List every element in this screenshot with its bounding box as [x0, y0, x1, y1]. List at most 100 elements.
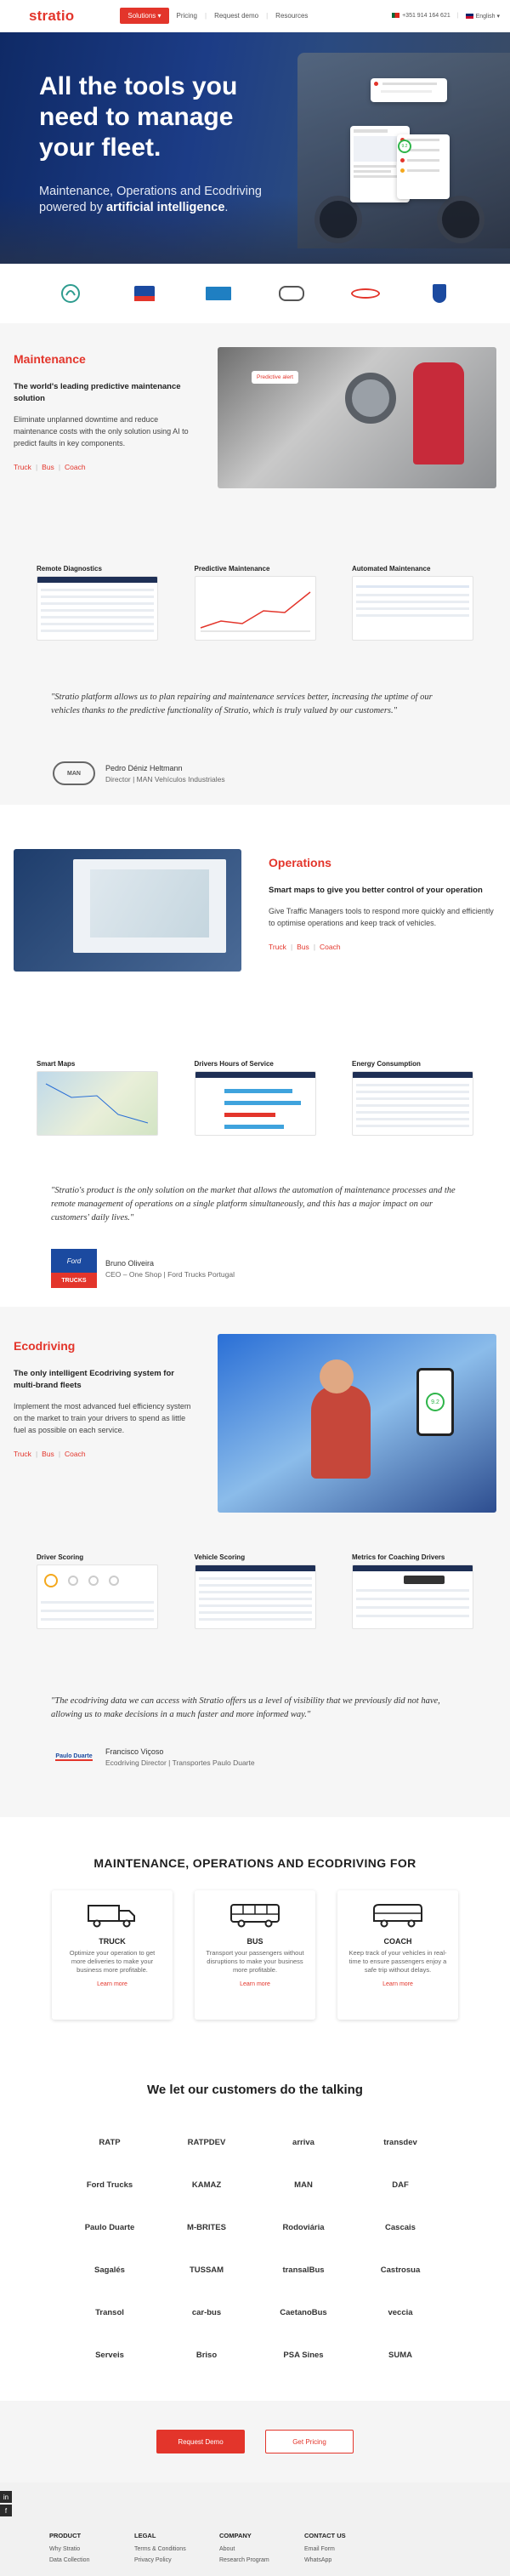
- maintenance-testimonial: MAN Pedro Déniz Heltmann Director | MAN …: [0, 761, 276, 786]
- status-dot-icon: [400, 168, 405, 174]
- footer-heading: CONTACT US: [304, 2532, 346, 2539]
- mechanic-photo: Predictive alert: [218, 347, 496, 488]
- customer-logo: Transol: [95, 2307, 124, 2317]
- facebook-icon[interactable]: f: [0, 2505, 12, 2516]
- bus-link[interactable]: Bus: [42, 1450, 54, 1458]
- segment-card-truck[interactable]: TRUCK Optimize your operation to get mor…: [52, 1890, 173, 2020]
- phone-link[interactable]: +351 914 164 621: [392, 13, 450, 19]
- person-role: Ecodriving Director | Transportes Paulo …: [105, 1758, 255, 1767]
- truck-icon: [88, 1905, 135, 1928]
- bus-link[interactable]: Bus: [42, 463, 54, 471]
- operations-title: Operations: [269, 856, 332, 869]
- wheel-icon: [314, 196, 362, 243]
- nav-pricing[interactable]: Pricing: [177, 12, 197, 20]
- learn-more-link[interactable]: Learn more: [337, 1981, 458, 1987]
- customer-logo: Sagalés: [94, 2265, 125, 2275]
- footer-link[interactable]: WhatsApp: [304, 2557, 389, 2563]
- feature-screenshot: [194, 576, 316, 641]
- language-selector[interactable]: English ▾: [465, 13, 500, 20]
- segment-name: BUS: [246, 1937, 264, 1946]
- feature-drivers-hours: Drivers Hours of Service: [194, 1060, 316, 1136]
- solutions-label: Solutions: [128, 12, 156, 20]
- partner-logo-stratio: [50, 279, 91, 308]
- feature-title: Smart Maps: [37, 1060, 76, 1068]
- footer-link[interactable]: Email Form: [304, 2546, 389, 2552]
- ford-logo-text: Ford: [51, 1249, 97, 1273]
- operations-desc: Give Traffic Managers tools to respond m…: [269, 907, 494, 927]
- footer-link[interactable]: Data Collection: [49, 2557, 134, 2563]
- partner-logos: [0, 264, 510, 323]
- person-name: Pedro Déniz Heltmann: [105, 763, 183, 772]
- person-role: Director | MAN Vehículos Industriales: [105, 774, 225, 784]
- paulo-duarte-logo: Paulo Duarte: [51, 1744, 97, 1770]
- nav-resources[interactable]: Resources: [275, 12, 308, 20]
- footer-link[interactable]: About: [219, 2546, 304, 2552]
- coach-icon: [373, 1904, 422, 1928]
- coach-link[interactable]: Coach: [65, 463, 86, 471]
- linkedin-icon[interactable]: in: [0, 2491, 12, 2503]
- nav-request-demo[interactable]: Request demo: [214, 12, 258, 20]
- feature-title: Remote Diagnostics: [37, 565, 102, 573]
- feature-title: Metrics for Coaching Drivers: [352, 1553, 445, 1561]
- segment-desc: Keep track of your vehicles in real-time…: [348, 1949, 447, 1974]
- hero-subtitle-end: .: [224, 201, 229, 214]
- customer-logo: transalBus: [282, 2265, 325, 2275]
- feature-screenshot: [37, 1564, 158, 1629]
- segment-cards: TRUCK Optimize your operation to get mor…: [0, 1890, 510, 2020]
- feature-coaching-metrics: Metrics for Coaching Drivers: [352, 1553, 473, 1629]
- ecodriving-section: Ecodriving The only intelligent Ecodrivi…: [0, 1307, 510, 1817]
- customer-logo: M-BRITES: [187, 2222, 226, 2232]
- phone-number: +351 914 164 621: [402, 13, 450, 19]
- feature-screenshot: [37, 576, 158, 641]
- ecodriving-testimonial: Paulo Duarte Francisco Viçoso Ecodriving…: [0, 1744, 306, 1770]
- alert-dot-icon: [374, 82, 378, 87]
- bus-icon: [230, 1904, 280, 1928]
- learn-more-link[interactable]: Learn more: [52, 1981, 173, 1987]
- learn-more-link[interactable]: Learn more: [195, 1981, 315, 1987]
- get-pricing-button[interactable]: Get Pricing: [265, 2430, 354, 2453]
- segment-card-coach[interactable]: COACH Keep track of your vehicles in rea…: [337, 1890, 458, 2020]
- customer-logo-grid: RATP RATPDEV arriva transdev Ford Trucks KAMA…: [0, 2127, 510, 2370]
- main-nav: Solutions ▾ Pricing | Request demo | Res…: [120, 8, 308, 24]
- footer-link[interactable]: Research Program: [219, 2557, 304, 2563]
- feature-screenshot: [194, 1071, 316, 1136]
- ecodriving-desc: Implement the most advanced fuel efficie…: [14, 1402, 191, 1434]
- feature-screenshot: [352, 576, 473, 641]
- customer-logo: arriva: [292, 2137, 314, 2147]
- score-badge: 9.2: [398, 140, 411, 153]
- feature-energy-consumption: Energy Consumption: [352, 1060, 473, 1136]
- predictive-alert-card: Predictive alert: [252, 371, 298, 384]
- site-footer: in f PRODUCT Why Stratio Data Collection…: [0, 2482, 510, 2576]
- stratio-logo[interactable]: stratio: [29, 8, 74, 25]
- truck-link[interactable]: Truck: [14, 463, 31, 471]
- feature-screenshot: [37, 1071, 158, 1136]
- coach-link[interactable]: Coach: [65, 1450, 86, 1458]
- partner-logo-ford: [124, 279, 165, 308]
- footer-heading: PRODUCT: [49, 2532, 82, 2539]
- alert-card: [371, 78, 447, 102]
- request-demo-button[interactable]: Request Demo: [156, 2430, 245, 2453]
- bus-link[interactable]: Bus: [297, 943, 309, 951]
- footer-heading: LEGAL: [134, 2532, 156, 2539]
- customer-logo: Rodoviária: [282, 2222, 325, 2232]
- segment-card-bus[interactable]: BUS Transport your passengers without di…: [195, 1890, 315, 2020]
- segment-desc: Transport your passengers without disrup…: [206, 1949, 304, 1974]
- footer-link[interactable]: Terms & Conditions: [134, 2546, 219, 2552]
- feature-screenshot: [352, 1071, 473, 1136]
- maintenance-section: Maintenance The world's leading predicti…: [0, 323, 510, 805]
- truck-link[interactable]: Truck: [14, 1450, 31, 1458]
- operations-section: Operations Smart maps to give you better…: [0, 805, 510, 1307]
- solutions-button[interactable]: Solutions ▾: [120, 8, 169, 24]
- partner-logo-transdev: [345, 279, 386, 308]
- footer-link[interactable]: Privacy Policy: [134, 2557, 219, 2563]
- segments-title: MAINTENANCE, OPERATIONS AND ECODRIVING F…: [94, 1856, 416, 1870]
- customer-logo: RATP: [99, 2137, 121, 2147]
- footer-link[interactable]: Why Stratio: [49, 2546, 134, 2552]
- customers-title: We let our customers do the talking: [147, 2083, 363, 2097]
- truck-link[interactable]: Truck: [269, 943, 286, 951]
- hero-subtitle-bold: artificial intelligence: [106, 201, 225, 214]
- man-logo: MAN: [51, 761, 97, 786]
- coach-link[interactable]: Coach: [320, 943, 341, 951]
- feature-smart-maps: Smart Maps: [37, 1060, 158, 1136]
- operations-photo: [14, 849, 241, 972]
